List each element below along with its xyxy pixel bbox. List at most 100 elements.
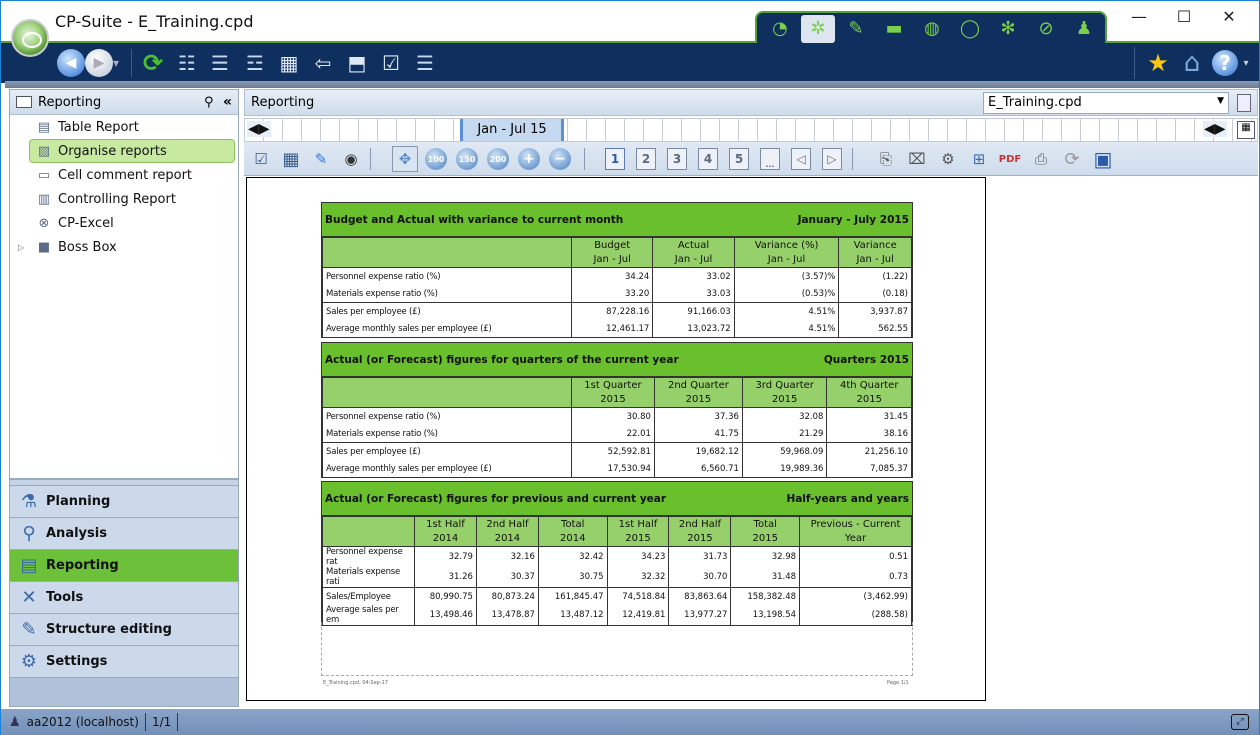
layers-button[interactable]: ☰ [411, 49, 439, 77]
export-report-button[interactable]: ⎘ [873, 146, 899, 172]
tree-edit-icon: ☰ [211, 51, 229, 75]
report-section: Actual (or Forecast) figures for quarter… [321, 342, 913, 478]
structure-tree-button[interactable]: ☷ [173, 49, 201, 77]
report-settings-button[interactable]: ☑ [248, 146, 274, 172]
report-item-organise-reports[interactable]: ▧ Organise reports [29, 139, 235, 163]
column-header: Actual Jan - Jul [652, 237, 735, 268]
history-dropdown[interactable]: ▾ [109, 49, 123, 77]
nav-item-analysis[interactable]: ⚲ Analysis [10, 518, 238, 550]
column-header-line2: 2014 [559, 532, 586, 544]
timeline-scroll-arrows-icon[interactable]: ◀▶ [1203, 121, 1227, 137]
previous-page-button[interactable]: ◁ [788, 146, 814, 172]
data-table: Budget Jan - Jul Actual Jan - Jul Variance (… [322, 237, 912, 338]
zoom-in-button[interactable]: + [516, 146, 542, 172]
maximize-button[interactable]: ☐ [1164, 7, 1204, 26]
page-button-1[interactable]: 1 [602, 146, 628, 172]
zoom-200-button[interactable]: 200 [485, 146, 511, 172]
edit-button[interactable]: ✎ [308, 146, 334, 172]
preview-button[interactable]: ◉ [338, 146, 364, 172]
refresh-button[interactable]: ⟳ [139, 49, 167, 77]
search-icon[interactable]: ⚲ [204, 95, 214, 110]
page-button-3[interactable]: 3 [664, 146, 690, 172]
module-tab-speedometer[interactable]: ◔ [763, 15, 797, 43]
zoom-out-button[interactable]: − [547, 146, 573, 172]
expand-arrow-icon[interactable]: ▷ [18, 243, 24, 252]
table-report-icon: ▤ [37, 119, 51, 135]
page-button-2[interactable]: 2 [633, 146, 659, 172]
help-dropdown[interactable]: ▾ [1239, 49, 1253, 77]
report-item-cell-comment-report[interactable]: ▭ Cell comment report [10, 163, 238, 187]
section-period: January - July 2015 [797, 213, 909, 226]
side-panel-toggle-icon[interactable] [1237, 94, 1251, 112]
help-button[interactable]: ? [1212, 50, 1238, 76]
print-button[interactable]: ⎙ [1028, 146, 1054, 172]
module-tab-globe[interactable]: ◍ [915, 15, 949, 43]
nav-item-planning[interactable]: ⚗ Planning [10, 486, 238, 518]
module-tab-lifebuoy[interactable]: ◯ [953, 15, 987, 43]
cell-value: 17,530.94 [571, 460, 655, 478]
report-item-table-report[interactable]: ▤ Table Report [10, 115, 238, 139]
column-header-line2: Jan - Jul [767, 253, 806, 265]
export-pdf-button[interactable]: PDF [997, 146, 1023, 172]
cell-value: 30.75 [537, 567, 608, 588]
nav-item-tools[interactable]: ✕ Tools [10, 582, 238, 614]
section-period: Quarters 2015 [823, 353, 909, 366]
nav-item-settings[interactable]: ⚙ Settings [10, 646, 238, 678]
period-timeline[interactable]: ◀▶ Jan - Jul 15 ◀▶ ▦ [244, 118, 1258, 142]
app-logo[interactable] [11, 19, 49, 57]
report-section: Budget and Actual with variance to curre… [321, 202, 913, 338]
zoom-out-icon: − [549, 148, 571, 170]
page-button-4[interactable]: 4 [695, 146, 721, 172]
minimize-button[interactable]: — [1119, 7, 1159, 26]
zoom-150-button[interactable]: 150 [454, 146, 480, 172]
nav-item-reporting[interactable]: ▤ Reporting [10, 550, 238, 582]
report-item-controlling-report[interactable]: ▥ Controlling Report [10, 187, 238, 211]
structure-hand-button[interactable]: ☲ [241, 49, 269, 77]
checklist-button[interactable]: ☑ [377, 49, 405, 77]
zoom-in-icon: + [518, 148, 540, 170]
fullscreen-icon[interactable]: ⤢ [1231, 714, 1249, 730]
timeline-selected-period[interactable]: Jan - Jul 15 [460, 119, 564, 141]
cell-value: 19,989.36 [741, 460, 828, 478]
add-comment-button[interactable]: ⊞ [966, 146, 992, 172]
delete-report-button[interactable]: ⌧ [904, 146, 930, 172]
import-button[interactable]: ⇦ [309, 49, 337, 77]
report-item-boss-box[interactable]: ▷ ■ Boss Box [10, 235, 238, 259]
toolbar-divider [131, 49, 132, 77]
page-button-5[interactable]: 5 [726, 146, 752, 172]
cell-value: 0.51 [799, 546, 912, 567]
file-select[interactable]: E_Training.cpd ▼ [983, 92, 1229, 114]
fit-page-button[interactable]: ✥ [392, 146, 418, 172]
cell-value: 80,990.75 [414, 587, 477, 605]
report-toolbar: ☑ ▦ ✎ ◉ ✥ 100 150 200 + − 1 2 3 4 5... ◁ ▷ ⎘… [244, 142, 1258, 176]
home-button[interactable]: ⌂ [1178, 48, 1206, 78]
edit-structure-button[interactable]: ☰ [206, 49, 234, 77]
zoom-100-button[interactable]: 100 [423, 146, 449, 172]
module-tab-compass[interactable]: ⊘ [1029, 15, 1063, 43]
favorites-button[interactable]: ★ [1144, 49, 1172, 77]
money-icon: ▬ [885, 18, 903, 39]
report-item-cp-excel[interactable]: ⊗ CP-Excel [10, 211, 238, 235]
calendar-icon[interactable]: ▦ [1237, 121, 1255, 139]
module-tab-money[interactable]: ▬ [877, 15, 911, 43]
close-button[interactable]: ✕ [1209, 7, 1249, 26]
nav-item-structure-editing[interactable]: ✎ Structure editing [10, 614, 238, 646]
cell-value: 91,166.03 [652, 302, 735, 320]
page-footer-left: E_Training.cpd, 04-Sep-17 [323, 680, 389, 686]
collapse-panel-icon[interactable]: « [223, 94, 232, 110]
next-page-button[interactable]: ▷ [819, 146, 845, 172]
export-button[interactable]: ⬒ [343, 49, 371, 77]
module-tab-feather[interactable]: ✎ [839, 15, 873, 43]
back-button[interactable]: ◀ [57, 49, 85, 77]
module-tab-planning-gears[interactable]: ✲ [801, 14, 835, 43]
timeline-scroll-arrows-icon[interactable]: ◀▶ [247, 121, 271, 137]
column-header-line2: Jan - Jul [593, 253, 631, 265]
table-report-button[interactable]: ▦ [275, 49, 303, 77]
report-options-button[interactable]: ⚙ [935, 146, 961, 172]
page-button-more[interactable]: ... [757, 146, 783, 172]
module-tab-gears[interactable]: ✻ [991, 15, 1025, 43]
module-tab-users-report[interactable]: ♟ [1067, 15, 1101, 43]
grid-view-button[interactable]: ▦ [278, 146, 304, 172]
reload-button[interactable]: ⟳ [1059, 146, 1085, 172]
save-button[interactable]: ▣ [1090, 146, 1116, 172]
